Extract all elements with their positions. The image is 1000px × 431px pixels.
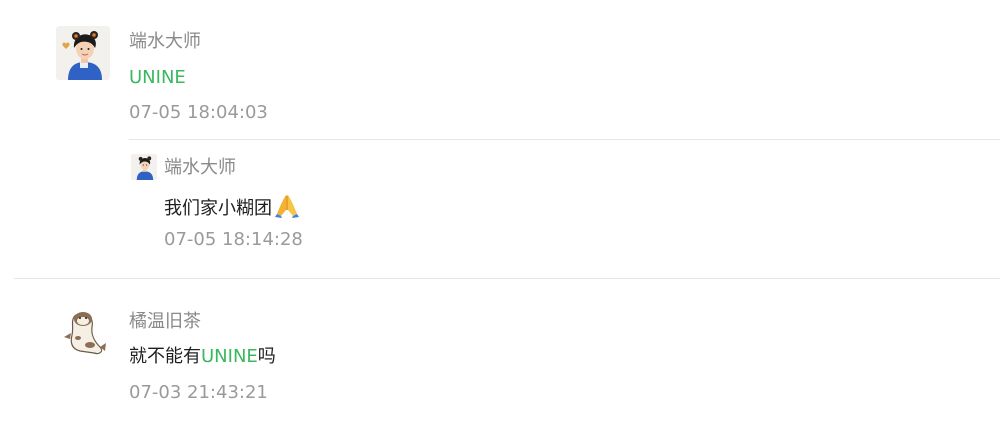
comment-timestamp: 07-05 18:04:03 — [129, 102, 268, 123]
comment-text-before: 就不能有 — [129, 346, 201, 367]
comment-list: 端水大师 UNINE 07-05 18:04:03 端水大师 我们家小糊团 07… — [0, 0, 1000, 431]
seal-cartoon-avatar-icon[interactable] — [56, 305, 110, 359]
mention-link[interactable]: UNINE — [129, 67, 186, 88]
reply-text-body: 我们家小糊团 — [164, 198, 272, 219]
boy-avatar-icon[interactable] — [131, 154, 157, 180]
reply-username[interactable]: 端水大师 — [164, 157, 236, 179]
comment-text: 就不能有UNINE吗 — [129, 345, 276, 369]
comment-text: UNINE — [129, 66, 186, 90]
comment-divider — [14, 278, 1000, 279]
reply-text: 我们家小糊团 — [164, 192, 300, 225]
comment-text-after: 吗 — [257, 346, 276, 367]
mention-link[interactable]: UNINE — [201, 346, 258, 367]
boy-avatar-icon[interactable] — [56, 26, 110, 80]
comment-timestamp: 07-03 21:43:21 — [129, 382, 268, 403]
comment-username[interactable]: 橘温旧茶 — [129, 311, 201, 333]
comment-username[interactable]: 端水大师 — [129, 31, 201, 53]
folded-hands-icon — [274, 192, 300, 225]
reply-timestamp: 07-05 18:14:28 — [164, 229, 303, 250]
reply-divider — [129, 139, 1000, 140]
